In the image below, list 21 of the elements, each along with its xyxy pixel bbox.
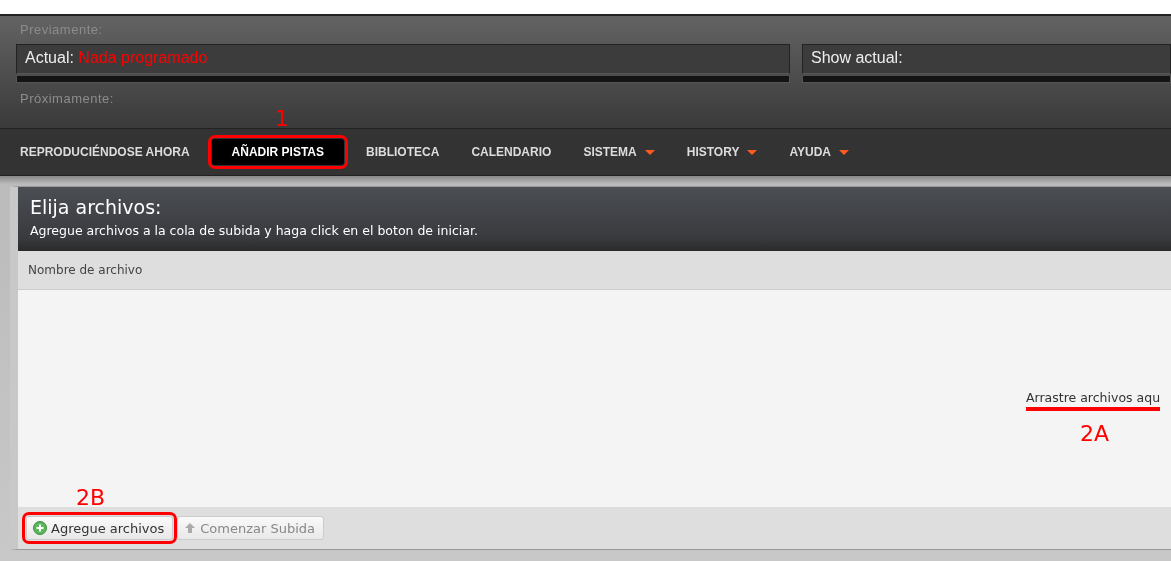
caret-icon bbox=[747, 149, 758, 155]
up-arrow-icon bbox=[184, 522, 197, 534]
drop-hint: Arrastre archivos aqu bbox=[1026, 390, 1161, 411]
column-title: Nombre de archivo bbox=[28, 263, 143, 277]
caret-icon bbox=[839, 149, 849, 155]
nav-tab[interactable]: BIBLIOTECA bbox=[356, 139, 450, 165]
show-panel: Show actual: bbox=[802, 44, 1171, 74]
annotation-number: 2B bbox=[76, 487, 106, 509]
panel-subtitle: Agregue archivos a la cola de subida y haga click en el boton de iniciar. bbox=[30, 223, 479, 238]
annotation-number: 1 bbox=[273, 108, 290, 130]
nav-tab[interactable]: AYUDA bbox=[779, 139, 859, 165]
nav-tab[interactable]: SISTEMA bbox=[573, 139, 665, 165]
current-panel: Actual: Nada programado bbox=[16, 44, 790, 74]
annotation-number: 2A bbox=[1080, 423, 1110, 445]
nav-tab[interactable]: HISTORY bbox=[676, 139, 768, 165]
nav-tab[interactable]: CALENDARIO bbox=[461, 139, 562, 165]
caret-icon bbox=[644, 149, 655, 155]
panel-title: Elija archivos: bbox=[30, 195, 163, 219]
nav-tab[interactable]: REPRODUCIÉNDOSE AHORA bbox=[10, 139, 200, 165]
plus-circle-icon bbox=[33, 521, 47, 535]
next-label: Próximamente: bbox=[19, 91, 115, 108]
